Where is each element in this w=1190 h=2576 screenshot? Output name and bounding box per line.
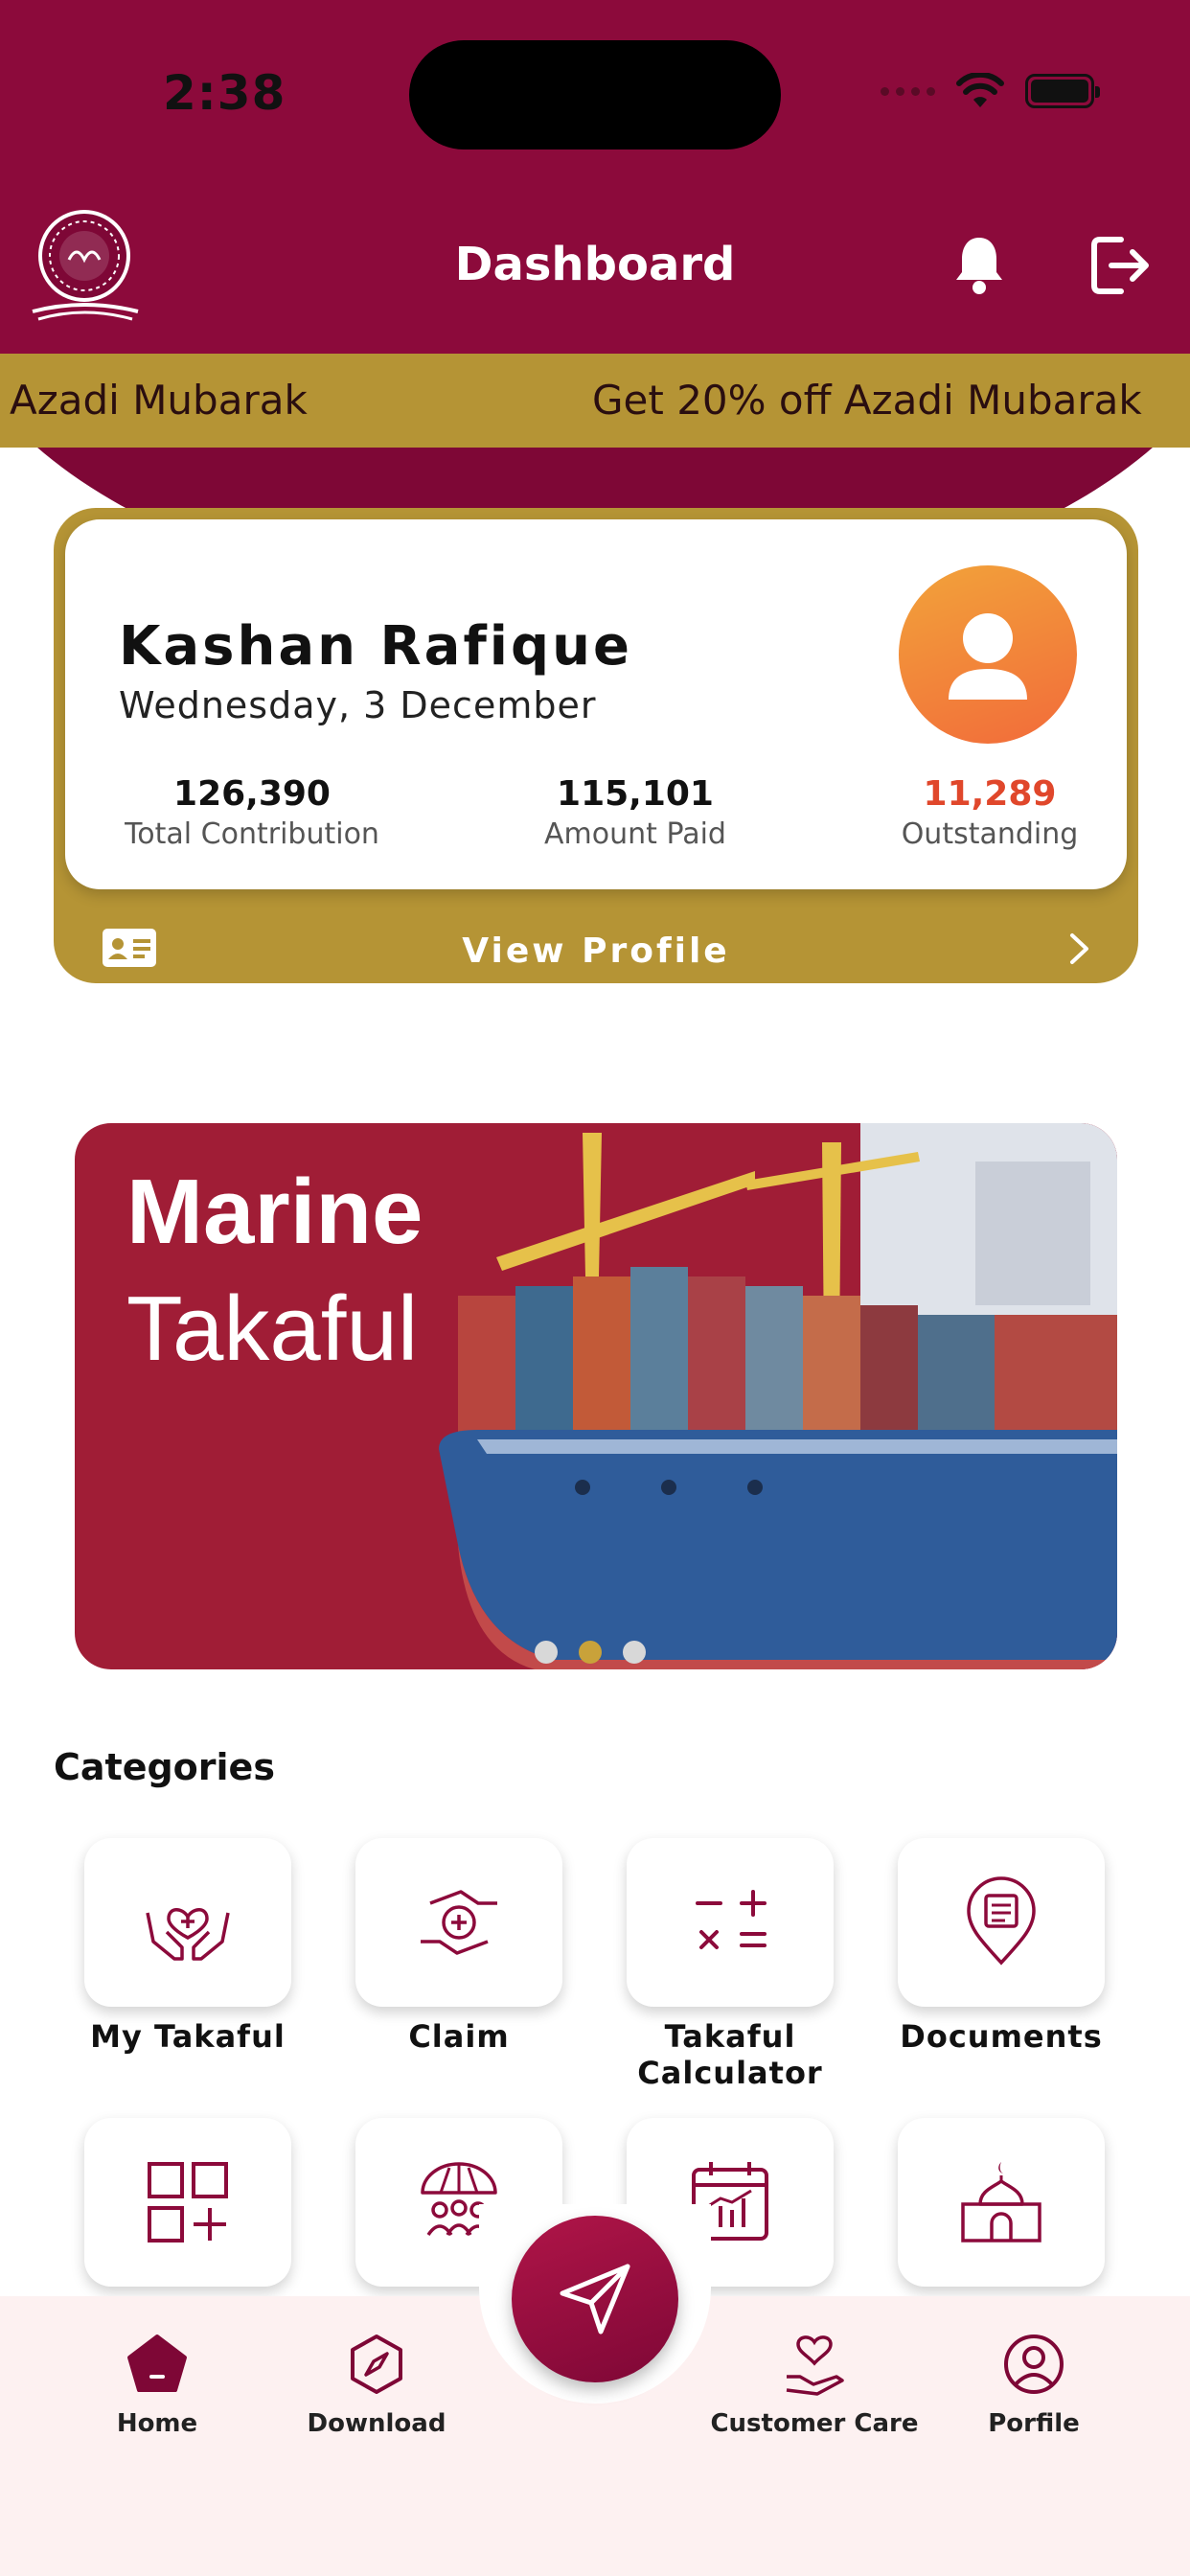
banner-subtitle: Takaful [126, 1277, 419, 1380]
customer-care-icon [786, 2335, 844, 2396]
stat-value: 115,101 [557, 774, 714, 814]
category-label: My Takaful [90, 2018, 286, 2055]
signal-dots-icon [881, 86, 935, 96]
pager-dot[interactable] [623, 1641, 646, 1664]
stat-outstanding: 11,289 Outstanding [880, 774, 1100, 851]
nav-profile[interactable]: Porfile [919, 2331, 1149, 2438]
stat-label: Total Contribution [125, 817, 379, 851]
nav-label: Home [116, 2409, 198, 2438]
battery-icon [1025, 74, 1100, 108]
avatar-icon[interactable] [899, 565, 1077, 744]
category-label: Takaful Calculator [637, 2018, 823, 2091]
category-documents[interactable] [898, 1838, 1105, 2007]
promo-banner[interactable]: Marine Takaful [75, 1123, 1117, 1669]
nav-download[interactable]: Download [262, 2331, 492, 2438]
view-profile-button[interactable]: View Profile [54, 932, 1138, 971]
send-button[interactable] [512, 2216, 678, 2382]
profile-summary: Kashan Rafique Wednesday, 3 December 126… [65, 519, 1127, 889]
stat-label: Amount Paid [544, 817, 726, 851]
stat-total-contribution: 126,390 Total Contribution [113, 774, 391, 851]
profile-icon [1004, 2334, 1064, 2394]
cargo-ship-image [439, 1123, 1117, 1669]
home-icon [127, 2334, 187, 2392]
category-label: Claim [408, 2018, 510, 2055]
nav-home[interactable]: Home [42, 2331, 272, 2438]
current-date: Wednesday, 3 December [119, 684, 597, 726]
stat-value: 126,390 [173, 774, 331, 814]
banner-title: Marine [126, 1161, 423, 1263]
bell-icon[interactable] [952, 234, 1006, 295]
category-takaful-calculator[interactable] [627, 1838, 834, 2007]
category-mosque[interactable] [898, 2118, 1105, 2287]
stat-label: Outstanding [901, 817, 1079, 851]
user-name: Kashan Rafique [119, 615, 632, 678]
marquee-item: Get 20% off Azadi Mubarak [592, 377, 1142, 424]
download-icon [351, 2334, 402, 2394]
nav-label: Customer Care [710, 2409, 919, 2438]
category-label: Documents [900, 2018, 1103, 2055]
dynamic-island [409, 40, 781, 150]
nav-label: Download [307, 2409, 446, 2438]
status-icons [881, 73, 1100, 109]
claim-hands-icon [421, 1890, 497, 1955]
nav-label: Porfile [988, 2409, 1080, 2438]
pager-dot[interactable] [535, 1641, 558, 1664]
status-time: 2:38 [163, 65, 286, 121]
document-location-icon [967, 1876, 1036, 1966]
logout-icon[interactable] [1088, 234, 1152, 297]
profile-card: Kashan Rafique Wednesday, 3 December 126… [54, 508, 1138, 983]
banner-pager[interactable] [535, 1641, 646, 1664]
announcement-marquee: Azadi Mubarak Get 20% off Azadi Mubarak [0, 354, 1190, 448]
page-title: Dashboard [454, 238, 736, 291]
pager-dot-active[interactable] [579, 1641, 602, 1664]
category-claim[interactable] [355, 1838, 562, 2007]
send-icon [560, 2264, 630, 2334]
category-more[interactable] [84, 2118, 291, 2287]
mosque-icon [961, 2162, 1041, 2242]
category-my-takaful[interactable] [84, 1838, 291, 2007]
stat-amount-paid: 115,101 Amount Paid [525, 774, 745, 851]
add-grid-icon [148, 2162, 228, 2242]
calculator-icon [696, 1890, 767, 1949]
stat-value: 11,289 [923, 774, 1057, 814]
heart-hands-icon [146, 1908, 230, 1961]
categories-heading: Categories [54, 1746, 275, 1788]
marquee-item: Azadi Mubarak [10, 377, 308, 424]
nav-customer-care[interactable]: Customer Care [699, 2331, 929, 2438]
chevron-right-icon[interactable] [1067, 932, 1092, 966]
wifi-icon [956, 73, 1004, 107]
